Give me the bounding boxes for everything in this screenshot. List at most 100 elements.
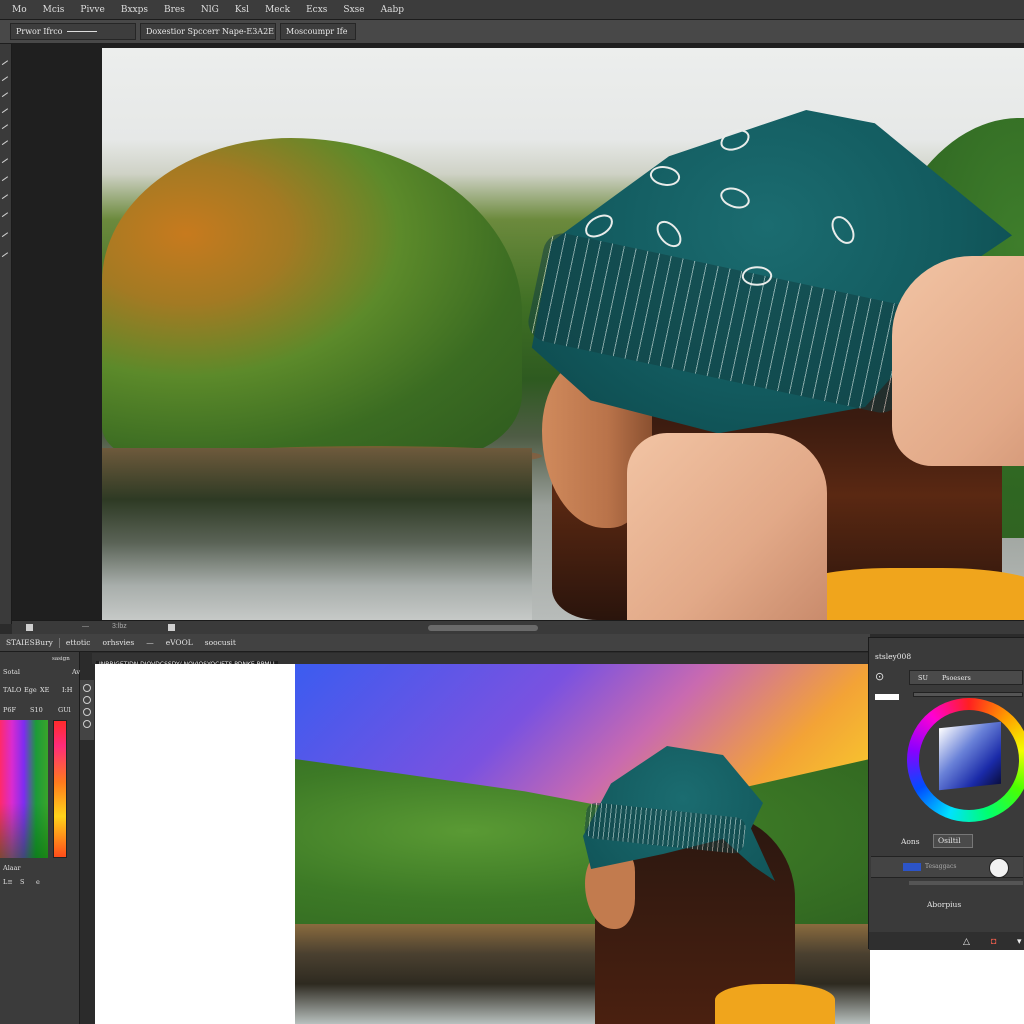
hand-right	[892, 256, 1024, 466]
tab-styles[interactable]: STAIESBury	[0, 638, 59, 647]
healing-tool-icon[interactable]	[1, 158, 10, 165]
menu-item[interactable]: NlG	[193, 5, 227, 15]
circle-tool-icon[interactable]	[83, 720, 91, 728]
color-alaar-label: Alaar	[3, 864, 21, 872]
color-s-label[interactable]: S	[20, 878, 24, 886]
document-image[interactable]	[102, 48, 1024, 620]
blank-canvas-right	[870, 948, 1024, 1024]
hue-slider[interactable]	[53, 720, 67, 858]
triangle-icon[interactable]: △	[963, 936, 970, 947]
tab-optic[interactable]: ettotic	[60, 638, 97, 647]
color-mode-label: TALO	[3, 686, 22, 694]
nav-square-icon[interactable]	[26, 624, 33, 631]
preset-field-left: SU	[918, 673, 928, 682]
color-ih-value: I:H	[62, 686, 73, 694]
blur-tool-icon[interactable]	[1, 212, 10, 219]
color-panel-header: Sotal Av	[0, 668, 80, 676]
tab-dash[interactable]: —	[140, 638, 160, 647]
eraser-tool-icon[interactable]	[1, 108, 10, 115]
smudge-tool-icon[interactable]	[1, 124, 10, 131]
menu-item[interactable]: Meck	[257, 5, 298, 15]
menu-item[interactable]: Mo	[4, 5, 35, 15]
opacity-slider[interactable]	[913, 692, 1023, 697]
circle-tool-icon[interactable]	[83, 708, 91, 716]
color-panel-subtitle: sasign	[52, 656, 70, 662]
tab-tool[interactable]: eVOOL	[160, 638, 199, 647]
clone-tool-icon[interactable]	[1, 140, 10, 147]
hand-left	[627, 433, 827, 620]
pencil-tool-icon[interactable]	[1, 76, 10, 83]
options-bar: Prwor Ifrco Doxestior Spccerr Nape-E3A2E…	[0, 20, 1024, 44]
mode-value: Ife	[336, 27, 348, 36]
status-separator: —	[82, 623, 89, 630]
color-e-label[interactable]: e	[36, 878, 40, 886]
color-menu-icon[interactable]: L≡	[3, 878, 13, 886]
square-icon[interactable]: ◘	[991, 936, 996, 946]
zoom-readout: 3:lbz	[112, 623, 127, 630]
preset-dropdown[interactable]: Prwor Ifrco	[10, 23, 136, 40]
color-panel-av: Av	[72, 668, 81, 676]
options-button-label: Osiltil	[938, 836, 961, 845]
color-swatch[interactable]	[875, 694, 899, 700]
menu-item[interactable]: Bxxps	[113, 5, 156, 15]
options-button[interactable]: Osiltil	[933, 834, 973, 848]
preset-field[interactable]: SU Psoesers	[909, 670, 1023, 685]
color-s10: S10	[30, 706, 43, 714]
menu-item[interactable]: Ecxs	[298, 5, 335, 15]
color-edge-label: Ege	[24, 686, 37, 694]
dodge-tool-icon[interactable]	[1, 176, 10, 183]
color-bottom-row: L≡ S e	[0, 878, 80, 886]
color-spectrum-picker[interactable]	[0, 720, 48, 858]
menu-item[interactable]: Sxse	[335, 5, 372, 15]
tab-archives[interactable]: orhsvies	[97, 638, 141, 647]
color-panel-title: Sotal	[3, 668, 20, 676]
menu-item[interactable]: Bres	[156, 5, 193, 15]
path-tool-icon[interactable]	[1, 252, 10, 259]
edited-image[interactable]	[295, 664, 870, 1024]
trash-icon[interactable]: ▾	[1017, 936, 1022, 947]
preset-value: Ifrco	[43, 27, 63, 36]
second-window-toolbar: STAIESBury ettotic orhsvies — eVOOL sooc…	[0, 634, 870, 652]
panel-title: stsley008	[875, 652, 912, 661]
menu-item[interactable]: Mcis	[35, 5, 73, 15]
circle-tool-icon[interactable]	[83, 684, 91, 692]
menu-item[interactable]: Aabp	[373, 5, 412, 15]
forest-left	[102, 138, 522, 458]
menu-item[interactable]: Pivve	[72, 5, 112, 15]
pen-tool-icon[interactable]	[1, 92, 10, 99]
document-size-field[interactable]: Doxestior Spccerr Nape-E3A2E I3	[140, 23, 276, 40]
color-values-row: P6F S10 GUl	[0, 706, 80, 714]
aons-label: Aons	[901, 837, 920, 846]
preset-field-right: Psoesers	[941, 673, 971, 682]
sharpen-tool-icon[interactable]	[1, 232, 10, 239]
target-icon[interactable]: ⊙	[875, 670, 884, 683]
tool-bar	[0, 44, 12, 624]
absorb-label: Aborpius	[927, 900, 962, 909]
breadcrumb: INBBIGETIDN DIOVDCSSDY/ NOVIOSYOCIETS PD…	[92, 653, 872, 668]
horizontal-scrollbar[interactable]	[428, 625, 538, 631]
menu-bar: Mo Mcis Pivve Bxxps Bres NlG Ksl Meck Ec…	[0, 0, 1024, 20]
burn-tool-icon[interactable]	[1, 194, 10, 201]
circle-tool-icon[interactable]	[83, 696, 91, 704]
nav-square-icon[interactable]	[168, 624, 175, 631]
blue-swatch[interactable]	[903, 863, 921, 871]
blank-canvas[interactable]	[95, 664, 295, 1024]
saturation-square[interactable]	[939, 721, 1001, 791]
shirt	[715, 984, 835, 1024]
mode-dropdown[interactable]: Moscoumpr Ife	[280, 23, 356, 40]
swatch-row: Tesaggacs	[871, 856, 1023, 878]
color-knob[interactable]	[989, 858, 1009, 878]
color-xe-value: XE	[40, 686, 50, 694]
color-mode-row: TALO Ege XE I:H	[0, 686, 80, 694]
canvas-status-bar: — 3:lbz	[12, 620, 1024, 634]
brush-tool-icon[interactable]	[1, 60, 10, 67]
lake	[102, 448, 532, 620]
color-wheel[interactable]	[907, 698, 1024, 822]
document-size-label: Doxestior Spccerr Nape-E3A2E	[146, 27, 274, 36]
secondary-slider[interactable]	[909, 881, 1023, 885]
color-picker-panel: stsley008 ⊙ SU Psoesers Aons Osiltil Tes…	[868, 637, 1024, 950]
color-gul: GUl	[58, 706, 71, 714]
menu-item[interactable]: Ksl	[227, 5, 257, 15]
tab-source[interactable]: soocusit	[199, 638, 242, 647]
color-p6f: P6F	[3, 706, 17, 714]
